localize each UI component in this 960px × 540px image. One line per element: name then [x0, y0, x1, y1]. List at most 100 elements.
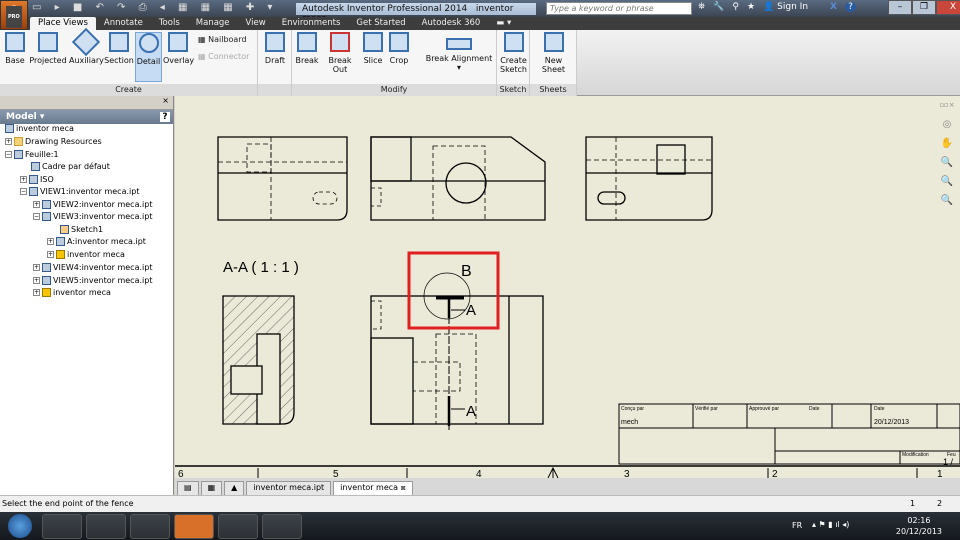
connector-button: ▦ Connector	[198, 52, 250, 61]
crop-button[interactable]: Crop	[387, 32, 411, 65]
tree-label: VIEW5:inventor meca.ipt	[53, 276, 153, 285]
doc-tab-ipt[interactable]: inventor meca.ipt	[246, 481, 332, 495]
language-indicator[interactable]: FR	[792, 521, 802, 530]
tab-manage[interactable]: Manage	[188, 17, 238, 30]
break-button[interactable]: Break	[294, 32, 320, 65]
tab-view[interactable]: View	[238, 17, 274, 30]
tree-node-part-2[interactable]: + inventor meca	[33, 288, 111, 297]
sheet-icon	[14, 150, 23, 159]
chrome-taskbar-icon[interactable]	[42, 514, 82, 539]
create-sketch-button[interactable]: Create Sketch	[499, 32, 528, 74]
tree-node-view3[interactable]: − VIEW3:inventor meca.ipt	[33, 212, 152, 221]
binoculars-icon[interactable]: ⛯	[698, 2, 705, 12]
satellite-icon[interactable]: ⚲	[732, 2, 739, 12]
tree-node-view2[interactable]: + VIEW2:inventor meca.ipt	[33, 200, 152, 209]
detail-button[interactable]: Detail	[135, 32, 162, 82]
restore-button[interactable]: ❐	[912, 0, 936, 15]
tree-node-root[interactable]: inventor meca	[5, 124, 74, 133]
tab-annotate[interactable]: Annotate	[96, 17, 151, 30]
base-button[interactable]: Base	[3, 32, 27, 65]
tree-node-sketch1[interactable]: Sketch1	[60, 225, 103, 234]
section-button[interactable]: Section	[104, 32, 134, 65]
wrench-icon[interactable]: 🔧	[713, 2, 724, 12]
nailboard-button[interactable]: ▦ Nailboard	[198, 35, 247, 44]
slice-button[interactable]: Slice	[361, 32, 385, 65]
steering-wheel-icon[interactable]: ◎	[938, 115, 956, 134]
tree-node-iso[interactable]: + ISO	[20, 175, 54, 184]
view-side[interactable]	[370, 136, 546, 221]
close-browser-icon[interactable]: ×	[162, 96, 169, 105]
tree-node-view1[interactable]: − VIEW1:inventor meca.ipt	[20, 187, 139, 196]
scroll-tabs-button[interactable]: ▲	[224, 481, 245, 495]
tree-label: A:inventor meca.ipt	[67, 237, 146, 246]
quick-access-toolbar[interactable]: ▭ ▸ ■ ↶ ↷ ⎙ ◂ ▦ ▦ ▦ ✚ ▾	[32, 2, 277, 13]
tree-label: Feuille:1	[25, 150, 59, 159]
break-out-button[interactable]: Break Out	[321, 32, 359, 74]
tree-node-border[interactable]: Cadre par défaut	[31, 162, 110, 171]
date-label: Date	[874, 406, 885, 412]
tree-node-part[interactable]: + inventor meca	[47, 250, 125, 259]
crop-label: Crop	[389, 56, 409, 65]
inventor-taskbar-icon[interactable]	[174, 514, 214, 539]
section-label: A-A ( 1 : 1 )	[223, 259, 299, 276]
view-right[interactable]	[585, 136, 713, 221]
zoom-icon[interactable]: 🔍	[938, 153, 956, 172]
navbar-window-controls[interactable]: ▫▫×	[938, 96, 956, 115]
search-input[interactable]: Type a keyword or phrase	[546, 2, 692, 15]
tab-extra-dropdown[interactable]: ▬ ▾	[488, 17, 519, 30]
doc-tab-drawing[interactable]: inventor meca ⊠	[333, 481, 413, 495]
explorer-taskbar-icon[interactable]	[86, 514, 126, 539]
cascade-windows-button[interactable]: ▤	[177, 481, 199, 495]
close-button[interactable]: X	[936, 0, 960, 15]
section-label: Section	[104, 56, 134, 65]
overlay-button[interactable]: Overlay	[163, 32, 194, 65]
tree-label: ISO	[40, 175, 54, 184]
view-icon	[42, 263, 51, 272]
application-menu-button[interactable]: IPRO	[0, 0, 28, 30]
tab-environments[interactable]: Environments	[274, 17, 349, 30]
new-sheet-icon	[543, 32, 564, 52]
star-icon[interactable]: ★	[747, 2, 755, 12]
pan-icon[interactable]: ✋	[938, 134, 956, 153]
drawing-canvas[interactable]: A-A ( 1 : 1 ) B A A 6 5 4 3 2 1 Conçu pa…	[175, 96, 960, 478]
section-view-a-a[interactable]	[222, 295, 295, 425]
help-button[interactable]: ?	[844, 2, 856, 12]
draft-button[interactable]: Draft	[262, 32, 288, 65]
tree-node-section-a[interactable]: + A:inventor meca.ipt	[47, 237, 146, 246]
close-tab-icon[interactable]: ⊠	[401, 485, 406, 492]
tree-node-view5[interactable]: + VIEW5:inventor meca.ipt	[33, 276, 152, 285]
tab-get-started[interactable]: Get Started	[348, 17, 413, 30]
tree-label: VIEW3:inventor meca.ipt	[53, 212, 153, 221]
photo-viewer-taskbar-icon[interactable]	[262, 514, 302, 539]
tab-tools[interactable]: Tools	[151, 17, 188, 30]
sheet-value: 1 /	[943, 457, 954, 467]
new-sheet-button[interactable]: New Sheet	[532, 32, 575, 74]
clock[interactable]: 02:16 20/12/2013	[896, 515, 942, 537]
tree-label: inventor meca	[67, 250, 125, 259]
tree-node-drawing-resources[interactable]: + Drawing Resources	[5, 137, 102, 146]
break-alignment-button[interactable]: Break Alignment ▾	[424, 32, 494, 72]
windows-taskbar-icon[interactable]	[130, 514, 170, 539]
start-button[interactable]	[8, 514, 32, 538]
minimize-button[interactable]: –	[888, 0, 912, 15]
zoom-window-icon[interactable]: 🔍	[938, 172, 956, 191]
tile-windows-button[interactable]: ▦	[200, 481, 223, 495]
tab-autodesk-360[interactable]: Autodesk 360	[414, 17, 489, 30]
exchange-icon[interactable]: X	[830, 2, 837, 12]
browser-model-dropdown[interactable]: Model ▾?	[0, 110, 173, 124]
auxiliary-label: Auxiliary	[69, 56, 104, 65]
view-front[interactable]	[217, 136, 348, 221]
tree-node-view4[interactable]: + VIEW4:inventor meca.ipt	[33, 263, 152, 272]
sign-in-button[interactable]: 👤 Sign In	[763, 2, 808, 12]
view-bottom[interactable]	[370, 272, 544, 430]
view-icon	[42, 276, 51, 285]
browser-help-icon[interactable]: ?	[160, 112, 170, 122]
tray-icons[interactable]: ▴ ⚑ ▮ ıl ◂)	[812, 520, 849, 529]
tree-node-sheet[interactable]: − Feuille:1	[5, 150, 59, 159]
auxiliary-button[interactable]: Auxiliary	[69, 27, 104, 65]
paint-taskbar-icon[interactable]	[218, 514, 258, 539]
zoom-all-icon[interactable]: 🔍	[938, 191, 956, 210]
detail-view-icon	[138, 33, 159, 53]
projected-button[interactable]: Projected	[29, 32, 67, 65]
designed-by-value: mech	[621, 419, 638, 426]
